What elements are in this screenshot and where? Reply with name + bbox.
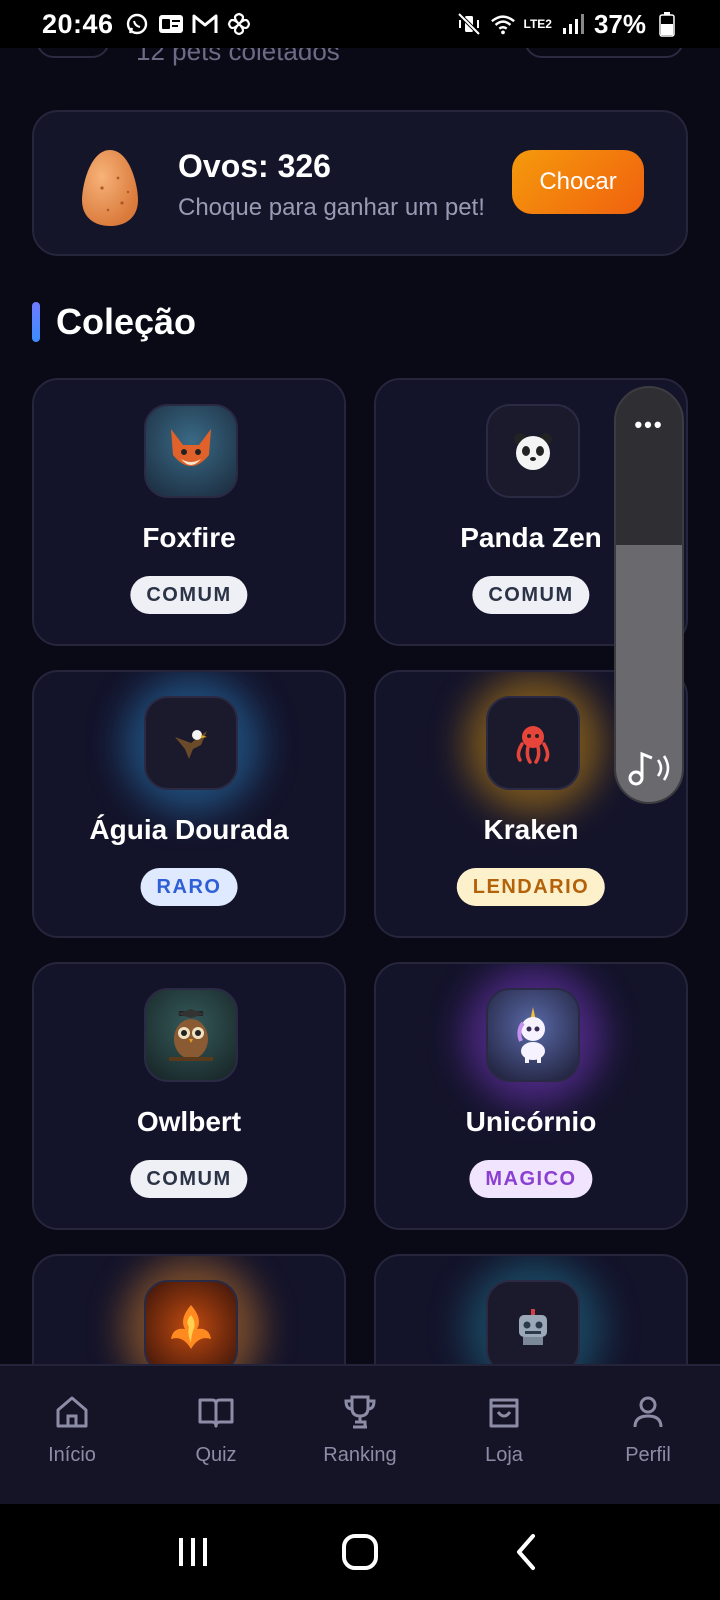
owl-icon — [144, 988, 238, 1082]
rarity-badge: COMUM — [130, 576, 248, 614]
nav-item-loja[interactable]: Loja — [444, 1392, 564, 1467]
back-icon[interactable] — [505, 1530, 549, 1574]
panda-icon — [486, 404, 580, 498]
lte-label: LTE2 — [523, 17, 552, 31]
bag-icon — [489, 1398, 519, 1428]
music-volume-icon[interactable] — [626, 748, 676, 788]
rarity-badge: LENDARIO — [456, 868, 606, 906]
system-navigation-bar — [0, 1504, 720, 1600]
nav-item-ranking[interactable]: Ranking — [300, 1392, 420, 1467]
pet-name: Owlbert — [136, 1106, 242, 1137]
egg-icon — [82, 150, 138, 226]
battery-level: 37% — [593, 8, 646, 39]
home-icon — [56, 1396, 88, 1428]
nav-label: Quiz — [195, 1444, 237, 1466]
nav-label: Ranking — [323, 1444, 397, 1466]
signal-icon — [560, 11, 586, 37]
pinwheel-icon — [226, 11, 252, 37]
nav-item-perfil[interactable]: Perfil — [588, 1392, 708, 1467]
pet-name: Unicórnio — [465, 1106, 597, 1137]
header-partial: 12 pets coletados — [0, 48, 720, 68]
status-time: 20:46 — [42, 8, 114, 39]
pet-card[interactable]: Owlbert COMUM — [32, 962, 346, 1230]
rarity-badge: RARO — [140, 868, 238, 906]
bottom-navigation: Início Quiz Ranking Loja Perfil — [0, 1364, 720, 1504]
pet-card[interactable]: Foxfire COMUM — [32, 378, 346, 646]
id-card-icon — [158, 11, 184, 37]
nav-label: Início — [48, 1444, 96, 1466]
robot-icon — [486, 1280, 580, 1364]
eagle-icon — [144, 696, 238, 790]
pets-collected-count: 12 pets coletados — [136, 48, 340, 66]
notification-icons — [124, 11, 252, 37]
mute-vibrate-icon — [456, 11, 482, 37]
gmail-icon — [192, 11, 218, 37]
pet-card[interactable] — [374, 1254, 688, 1364]
eggs-count: Ovos: 326 — [178, 148, 331, 184]
book-icon — [198, 1398, 234, 1428]
home-button-icon[interactable] — [338, 1530, 382, 1574]
collection-header: Coleção — [32, 301, 197, 342]
pet-name: Kraken — [483, 814, 579, 845]
section-accent-bar — [32, 302, 40, 342]
hatch-button[interactable]: Chocar — [512, 150, 644, 214]
whatsapp-icon — [124, 11, 150, 37]
main-content[interactable]: 12 pets coletados Ovos: 326 Choque para … — [0, 48, 720, 1364]
pet-card[interactable]: Unicórnio MAGICO — [374, 962, 688, 1230]
pet-name: Águia Dourada — [89, 814, 289, 845]
rarity-badge: MAGICO — [469, 1160, 593, 1198]
pet-card[interactable] — [32, 1254, 346, 1364]
wifi-icon — [490, 11, 516, 37]
battery-icon — [654, 11, 680, 37]
trophy-icon — [344, 1395, 376, 1429]
collection-title: Coleção — [56, 301, 197, 342]
pet-card[interactable]: Águia Dourada RARO — [32, 670, 346, 938]
volume-panel[interactable]: ••• — [614, 386, 684, 804]
octopus-icon — [486, 696, 580, 790]
nav-label: Perfil — [625, 1444, 671, 1466]
eggs-subtitle: Choque para ganhar um pet! — [178, 194, 485, 221]
nav-item-inicio[interactable]: Início — [12, 1392, 132, 1467]
fox-icon — [144, 404, 238, 498]
header-action-button[interactable] — [524, 48, 684, 58]
rarity-badge: COMUM — [472, 576, 590, 614]
nav-label: Loja — [485, 1444, 523, 1466]
nav-item-quiz[interactable]: Quiz — [156, 1392, 276, 1467]
user-icon — [633, 1396, 663, 1428]
pet-name: Foxfire — [142, 522, 236, 553]
unicorn-icon — [486, 988, 580, 1082]
eggs-card: Ovos: 326 Choque para ganhar um pet! Cho… — [32, 110, 688, 256]
recent-apps-icon[interactable] — [171, 1530, 215, 1574]
back-button[interactable] — [36, 48, 110, 58]
status-bar: 20:46 LTE2 37% — [0, 0, 720, 48]
status-right: LTE2 37% — [456, 9, 681, 40]
rarity-badge: COMUM — [130, 1160, 248, 1198]
phoenix-icon — [144, 1280, 238, 1364]
volume-more-options[interactable]: ••• — [616, 412, 682, 438]
